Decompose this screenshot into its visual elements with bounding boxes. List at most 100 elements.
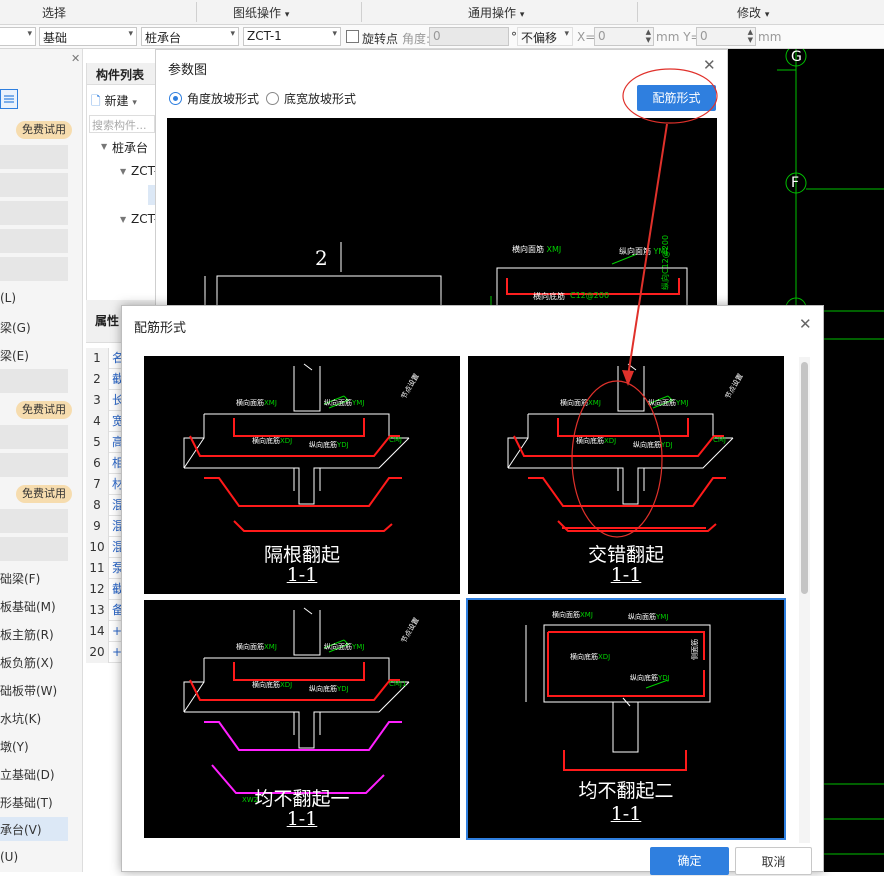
ribbon-drawing-ops[interactable]: 图纸操作 ▾ <box>233 4 289 21</box>
floor-combo[interactable]: ▾ <box>0 27 36 46</box>
scrollbar-track[interactable] <box>799 357 810 843</box>
row-number: 8 <box>86 495 109 516</box>
row-number: 6 <box>86 453 109 474</box>
nav-placeholder[interactable] <box>0 453 68 477</box>
rebar-form-button[interactable]: 配筋形式 <box>637 85 716 111</box>
category-combo[interactable]: 基础 ▾ <box>39 27 137 46</box>
caret-down-icon[interactable]: ▼ <box>120 167 126 176</box>
chevron-down-icon: ▾ <box>332 29 337 39</box>
parameter-preview: 2 横向面筋 XMJ 纵向面筋 YMJ 横向底筋 C12@200 纵向C12@2… <box>167 118 717 317</box>
axis-label-f: F <box>791 175 800 191</box>
chevron-down-icon: ▾ <box>27 29 32 39</box>
nav-placeholder[interactable] <box>0 201 68 225</box>
module-nav: ✕ 免费试用 (L) 梁(G) 梁(E) 免费试用 免费试用 础梁(F) 板基础… <box>0 49 83 872</box>
nav-item[interactable]: (U) <box>0 850 18 864</box>
radio-angle-slope[interactable] <box>169 92 182 105</box>
rebar-option-2[interactable]: 横向面筋XMJ 纵向面筋YMJ 横向底筋XDJ 纵向底筋YDJ CMJ 节点设置 交错翻起 1… <box>466 354 786 596</box>
nav-item[interactable]: 梁(E) <box>0 347 29 364</box>
type-combo[interactable]: 桩承台 ▾ <box>141 27 239 46</box>
nav-item[interactable]: 础板带(W) <box>0 682 57 699</box>
close-icon[interactable]: ✕ <box>799 315 812 333</box>
nav-placeholder[interactable] <box>0 257 68 281</box>
nav-item[interactable]: (L) <box>0 291 16 305</box>
rebar-label-top-h: 横向面筋XMJ <box>552 611 593 619</box>
new-label: 新建 <box>104 94 129 108</box>
nav-item[interactable]: 梁(G) <box>0 319 31 336</box>
row-number: 14 <box>86 621 109 642</box>
nav-placeholder[interactable] <box>0 229 68 253</box>
rebar-label-bottom-v: 纵向底筋YDJ <box>309 441 349 449</box>
ok-button[interactable]: 确定 <box>650 847 729 875</box>
nav-item[interactable]: 板主筋(R) <box>0 626 54 643</box>
cancel-button[interactable]: 取消 <box>735 847 812 875</box>
radio-width-slope[interactable] <box>266 92 279 105</box>
tile-section: 1-1 <box>610 564 642 586</box>
nav-item[interactable]: 板负筋(X) <box>0 654 54 671</box>
list-view-icon[interactable] <box>0 89 18 109</box>
nav-item[interactable]: 立基础(D) <box>0 766 55 783</box>
new-component-button[interactable]: 🗋 新建 ▾ <box>91 92 155 110</box>
rebar-label-bottom-h: 横向底筋XDJ <box>252 681 293 689</box>
ribbon-general-ops[interactable]: 通用操作 ▾ <box>468 4 524 21</box>
nav-item[interactable]: 水坑(K) <box>0 710 41 727</box>
trial-badge[interactable]: 免费试用 <box>16 401 72 419</box>
preview-label: 横向底筋 <box>533 292 565 301</box>
chevron-down-icon: ▾ <box>230 29 235 39</box>
close-icon[interactable]: ✕ <box>703 56 716 74</box>
axis-label-g: G <box>791 49 802 65</box>
close-icon[interactable]: ✕ <box>71 52 80 65</box>
property-toolbar: ▾ 基础 ▾ 桩承台 ▾ ZCT-1 ▾ 旋转点 角度: 0 ° 不偏移 ▾ X= 0 ▲… <box>0 25 884 49</box>
chevron-down-icon: ▾ <box>132 98 137 108</box>
rebar-label-top-h: 横向面筋XMJ <box>236 399 277 407</box>
nav-placeholder[interactable] <box>0 145 68 169</box>
nav-item[interactable]: 墩(Y) <box>0 738 29 755</box>
scrollbar-thumb[interactable] <box>801 362 808 594</box>
nav-item[interactable]: 础梁(F) <box>0 570 40 587</box>
trial-badge[interactable]: 免费试用 <box>16 121 72 139</box>
nav-placeholder[interactable] <box>0 537 68 561</box>
rebar-option-3[interactable]: 横向面筋XMJ 纵向面筋YMJ 横向底筋XDJ 纵向底筋YDJ CMJ1 节点设置 XWZ 均… <box>142 598 462 840</box>
rebar-label-bottom-v: 纵向底筋YDJ <box>309 685 349 693</box>
nav-item[interactable]: 板基础(M) <box>0 598 56 615</box>
ribbon-select[interactable]: 选择 <box>42 4 66 21</box>
row-number: 7 <box>86 474 109 495</box>
nav-placeholder[interactable] <box>0 425 68 449</box>
ribbon-divider <box>196 2 197 22</box>
radio-width-label[interactable]: 底宽放坡形式 <box>284 90 356 107</box>
tile-section: 1-1 <box>286 564 318 586</box>
component-combo[interactable]: ZCT-1 ▾ <box>243 27 341 46</box>
rebar-option-1[interactable]: 横向面筋XMJ 纵向面筋YMJ 横向底筋XDJ 纵向底筋YDJ CMJ 节点设置 隔根翻起 1… <box>142 354 462 596</box>
rebar-label-side: CMJ1 <box>389 680 407 688</box>
x-offset-input[interactable]: 0 ▲ ▼ <box>594 27 654 46</box>
caret-down-icon[interactable]: ▼ <box>101 142 107 151</box>
rebar-label-top-v: 纵向面筋YMJ <box>324 399 365 407</box>
mm-label: mm <box>758 30 782 44</box>
caret-down-icon[interactable]: ▼ <box>120 215 126 224</box>
rebar-label-bottom-h: 横向底筋XDJ <box>576 437 617 445</box>
nav-placeholder[interactable] <box>0 173 68 197</box>
angle-input[interactable]: 0 <box>429 27 509 46</box>
ribbon-modify[interactable]: 修改 ▾ <box>737 4 769 21</box>
mm-y-label: mm Y= <box>656 30 701 44</box>
rebar-label-side: CMJ <box>713 436 726 444</box>
offset-combo[interactable]: 不偏移 ▾ <box>517 27 573 46</box>
rebar-option-4[interactable]: 横向面筋XMJ 纵向面筋YMJ 横向底筋XDJ 纵向底筋YDJ 侧面筋 均不翻起二 1-1 <box>466 598 786 840</box>
nav-item[interactable]: 形基础(T) <box>0 794 53 811</box>
nav-placeholder[interactable] <box>0 369 68 393</box>
row-number: 20 <box>86 642 109 663</box>
ribbon: 选择 图纸操作 ▾ 通用操作 ▾ 修改 ▾ <box>0 0 884 25</box>
rotate-point-label: 旋转点 <box>362 32 399 46</box>
tree-root[interactable]: 桩承台 <box>112 139 148 156</box>
nav-placeholder[interactable] <box>0 509 68 533</box>
trial-badge[interactable]: 免费试用 <box>16 485 72 503</box>
tile-caption: 均不翻起一 <box>254 788 350 810</box>
y-offset-input[interactable]: 0 ▲ ▼ <box>696 27 756 46</box>
rebar-label-top-h: 横向面筋XMJ <box>236 643 277 651</box>
rotate-point-checkbox[interactable] <box>346 30 359 43</box>
row-number: 10 <box>86 537 109 558</box>
search-component-input[interactable]: 搜索构件... <box>89 115 155 133</box>
new-doc-icon: 🗋 <box>91 94 101 108</box>
nav-item-selected[interactable]: 承台(V) <box>0 817 68 841</box>
radio-angle-label[interactable]: 角度放坡形式 <box>187 90 259 107</box>
chevron-down-icon: ▾ <box>564 29 569 39</box>
